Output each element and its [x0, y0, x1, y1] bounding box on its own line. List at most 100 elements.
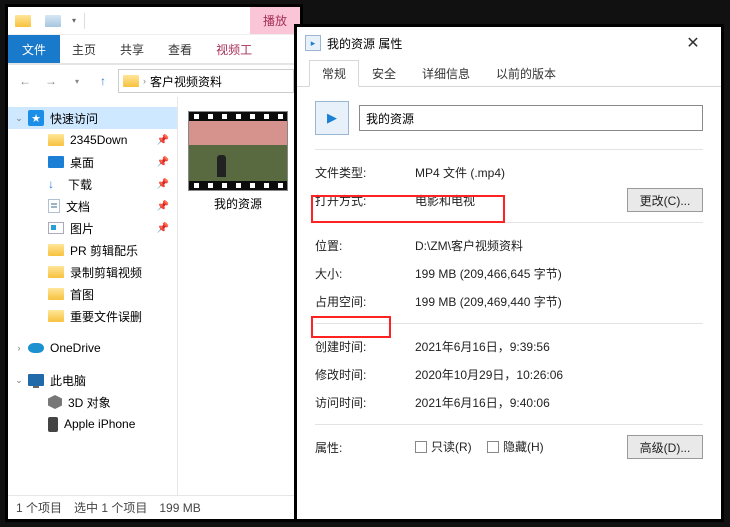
size-on-disk-value: 199 MB (209,469,440 字节) — [415, 293, 703, 310]
tree-item[interactable]: 录制剪辑视频 — [8, 261, 177, 283]
expand-icon[interactable]: › — [14, 343, 24, 353]
ribbon-tabs: 文件 主页 共享 查看 视频工 — [8, 35, 300, 63]
expand-icon[interactable]: ⌄ — [14, 375, 24, 386]
close-button[interactable]: ✕ — [673, 33, 713, 53]
folder-icon — [48, 310, 64, 322]
status-bar: 1 个项目 选中 1 个项目 199 MB — [8, 495, 300, 519]
status-size: 199 MB — [159, 501, 200, 515]
tree-item[interactable]: 2345Down📌 — [8, 129, 177, 151]
properties-tabs: 常规 安全 详细信息 以前的版本 — [297, 59, 721, 87]
readonly-checkbox[interactable]: 只读(R) — [415, 438, 472, 455]
star-icon: ★ — [28, 110, 44, 126]
tree-item[interactable]: PR 剪辑配乐 — [8, 239, 177, 261]
created-label: 创建时间: — [315, 338, 415, 355]
folder-icon — [48, 266, 64, 278]
tab-home[interactable]: 主页 — [60, 35, 108, 63]
tree-item[interactable]: 图片📌 — [8, 217, 177, 239]
status-item-count: 1 个项目 — [16, 499, 62, 516]
separator — [315, 149, 703, 150]
breadcrumb-segment[interactable]: 客户视频资料 — [150, 73, 222, 90]
download-icon: ↓ — [48, 177, 62, 191]
tree-item[interactable]: 文档📌 — [8, 195, 177, 217]
open-with-label: 打开方式: — [315, 192, 415, 209]
folder-icon — [48, 288, 64, 300]
size-on-disk-label: 占用空间: — [315, 293, 415, 310]
separator — [315, 424, 703, 425]
attributes-value: 只读(R) 隐藏(H) — [415, 438, 627, 456]
folder-icon — [48, 134, 64, 146]
file-explorer-window: ▾ 播放 文件 主页 共享 查看 视频工 ← → ▾ ↑ › 客户视频资料 ⌄ … — [5, 4, 303, 522]
type-value: MP4 文件 (.mp4) — [415, 164, 703, 181]
tab-security[interactable]: 安全 — [359, 60, 409, 87]
qat-new-folder-icon[interactable] — [42, 12, 64, 30]
document-icon — [48, 199, 60, 213]
qat-more-icon[interactable]: ▾ — [72, 16, 76, 25]
separator — [315, 222, 703, 223]
tree-item[interactable]: Apple iPhone — [8, 413, 177, 435]
size-value: 199 MB (209,466,645 字节) — [415, 265, 703, 282]
onedrive-node[interactable]: › OneDrive — [8, 337, 177, 359]
desktop-icon — [48, 156, 64, 168]
tab-file[interactable]: 文件 — [8, 35, 60, 63]
this-pc-node[interactable]: ⌄ 此电脑 — [8, 369, 177, 391]
status-selection: 选中 1 个项目 — [74, 499, 147, 516]
onedrive-icon — [28, 343, 44, 353]
location-value: D:\ZM\客户视频资料 — [415, 237, 703, 254]
tree-item[interactable]: 首图 — [8, 283, 177, 305]
video-tools-context-tab[interactable]: 播放 — [250, 7, 300, 34]
explorer-titlebar[interactable]: ▾ 播放 — [8, 7, 300, 35]
folder-icon — [48, 244, 64, 256]
pin-icon: 📌 — [157, 157, 169, 168]
change-open-with-button[interactable]: 更改(C)... — [627, 188, 703, 212]
pictures-icon — [48, 222, 64, 234]
accessed-label: 访问时间: — [315, 394, 415, 411]
address-box[interactable]: › 客户视频资料 — [118, 69, 294, 93]
tab-details[interactable]: 详细信息 — [409, 60, 483, 87]
nav-up-button[interactable]: ↑ — [92, 70, 114, 92]
properties-body: 文件类型:MP4 文件 (.mp4) 打开方式: 电影和电视 更改(C)... … — [297, 87, 721, 469]
pin-icon: 📌 — [157, 135, 169, 146]
separator — [84, 13, 85, 29]
video-thumbnail — [188, 111, 288, 191]
tab-view[interactable]: 查看 — [156, 35, 204, 63]
pin-icon: 📌 — [157, 179, 169, 190]
iphone-icon — [48, 417, 58, 432]
tree-item[interactable]: ↓下载📌 — [8, 173, 177, 195]
pin-icon: 📌 — [157, 201, 169, 212]
pin-icon: 📌 — [157, 223, 169, 234]
nav-history-icon[interactable]: ▾ — [66, 70, 88, 92]
folder-icon — [123, 75, 139, 87]
dialog-titlebar[interactable]: 我的资源 属性 ✕ — [297, 27, 721, 59]
created-value: 2021年6月16日，9:39:56 — [415, 338, 703, 355]
tab-share[interactable]: 共享 — [108, 35, 156, 63]
folder-icon — [12, 12, 34, 30]
file-item[interactable]: 我的资源 — [188, 111, 288, 212]
separator — [315, 323, 703, 324]
3d-objects-icon — [48, 395, 62, 409]
hidden-checkbox[interactable]: 隐藏(H) — [487, 438, 544, 455]
nav-forward-button[interactable]: → — [40, 70, 62, 92]
tab-video-tools[interactable]: 视频工 — [204, 35, 264, 63]
tab-previous-versions[interactable]: 以前的版本 — [483, 60, 569, 87]
file-type-icon — [315, 101, 349, 135]
pc-icon — [28, 374, 44, 386]
tree-item[interactable]: 3D 对象 — [8, 391, 177, 413]
tree-item[interactable]: 重要文件误删 — [8, 305, 177, 327]
file-name-input[interactable] — [359, 105, 703, 131]
tab-general[interactable]: 常规 — [309, 60, 359, 87]
properties-dialog: 我的资源 属性 ✕ 常规 安全 详细信息 以前的版本 文件类型:MP4 文件 (… — [294, 24, 724, 522]
nav-back-button[interactable]: ← — [14, 70, 36, 92]
size-label: 大小: — [315, 265, 415, 282]
navigation-tree[interactable]: ⌄ ★ 快速访问 2345Down📌 桌面📌 ↓下载📌 文档📌 图片📌 PR 剪… — [8, 97, 178, 495]
file-list-area[interactable]: 我的资源 — [178, 97, 300, 495]
type-label: 文件类型: — [315, 164, 415, 181]
quick-access-label: 快速访问 — [50, 110, 98, 127]
advanced-attributes-button[interactable]: 高级(D)... — [627, 435, 703, 459]
modified-label: 修改时间: — [315, 366, 415, 383]
expand-icon[interactable]: ⌄ — [14, 113, 24, 124]
file-name-label: 我的资源 — [188, 195, 288, 212]
tree-item[interactable]: 桌面📌 — [8, 151, 177, 173]
quick-access-node[interactable]: ⌄ ★ 快速访问 — [8, 107, 177, 129]
accessed-value: 2021年6月16日，9:40:06 — [415, 394, 703, 411]
dialog-title: 我的资源 属性 — [327, 35, 402, 52]
